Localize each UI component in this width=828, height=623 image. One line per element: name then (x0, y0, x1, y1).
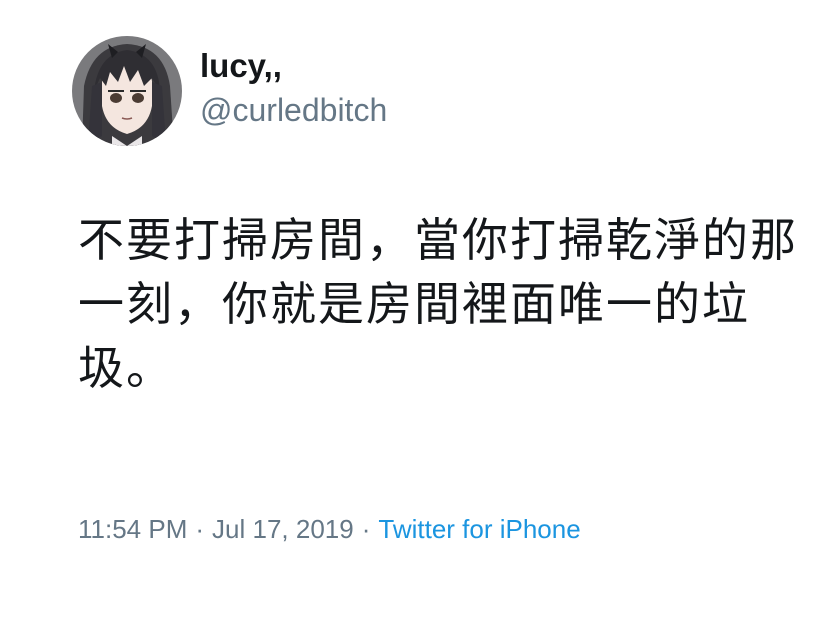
author-display-name[interactable]: lucy,, (200, 46, 387, 86)
meta-separator: · (195, 514, 205, 544)
meta-separator: · (361, 514, 371, 544)
tweet-date[interactable]: Jul 17, 2019 (212, 514, 354, 544)
tweet-meta: 11:54 PM · Jul 17, 2019 · Twitter for iPhone (78, 514, 581, 545)
author-names: lucy,, @curledbitch (200, 47, 387, 130)
tweet-text: 不要打掃房間，當你打掃乾淨的那一刻，你就是房間裡面唯一的垃圾。 (78, 213, 798, 395)
avatar[interactable] (72, 36, 182, 146)
author-handle[interactable]: @curledbitch (200, 90, 387, 130)
tweet-time[interactable]: 11:54 PM (78, 514, 187, 544)
anime-character-avatar-icon (72, 36, 182, 146)
tweet-source-link[interactable]: Twitter for iPhone (378, 514, 580, 544)
tweet-header: lucy,, @curledbitch (72, 36, 387, 146)
tweet-card: lucy,, @curledbitch 不要打掃房間，當你打掃乾淨的那一刻，你就… (0, 0, 828, 623)
